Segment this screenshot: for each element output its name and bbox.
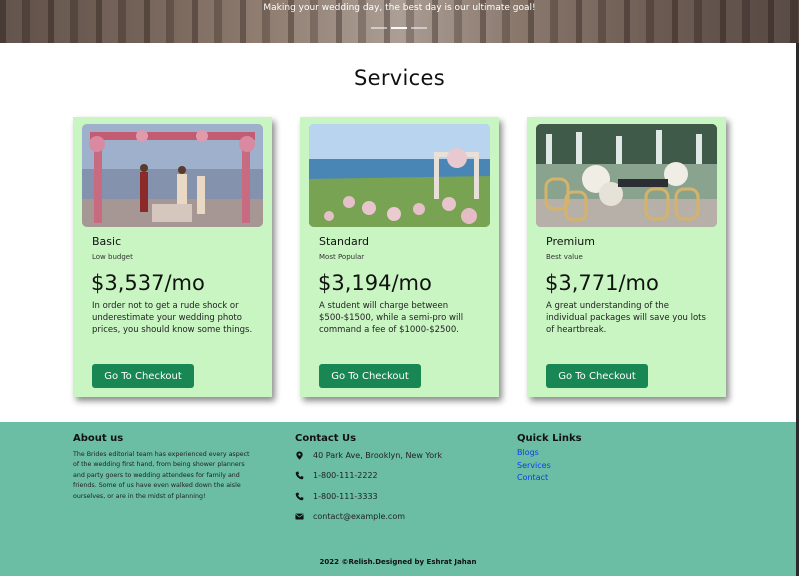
- card-description: A student will charge between $500-$1500…: [319, 301, 464, 335]
- contact-email: contact@example.com: [295, 507, 442, 528]
- card-subtitle: Most Popular: [319, 253, 365, 261]
- address-text: 40 Park Ave, Brooklyn, New York: [313, 450, 443, 460]
- card-price: $3,537/mo: [91, 271, 205, 295]
- contact-address: 40 Park Ave, Brooklyn, New York: [295, 445, 442, 466]
- card-title: Standard: [319, 235, 370, 248]
- phone-icon: [295, 471, 311, 480]
- carousel-indicators: [371, 27, 427, 29]
- phone-1-text: 1-800-111-2222: [313, 471, 378, 481]
- carousel-indicator-3[interactable]: [411, 27, 427, 29]
- card-image-basic: [82, 124, 263, 227]
- footer-about: About us The Brides editorial team has e…: [73, 433, 253, 502]
- footer-quick-links: Quick Links Blogs Services Contact: [517, 433, 582, 485]
- checkout-button-standard[interactable]: Go To Checkout: [319, 364, 421, 388]
- contact-phone-2: 1-800-111-3333: [295, 486, 442, 507]
- contact-phone-1: 1-800-111-2222: [295, 466, 442, 487]
- card-title: Premium: [546, 235, 595, 248]
- email-text: contact@example.com: [313, 512, 405, 522]
- phone-icon: [295, 492, 311, 501]
- contact-title: Contact Us: [295, 433, 357, 444]
- hero-carousel: Making your wedding day, the best day is…: [0, 0, 799, 43]
- checkout-button-basic[interactable]: Go To Checkout: [92, 364, 194, 388]
- about-text: The Brides editorial team has experience…: [73, 451, 250, 500]
- footer: About us The Brides editorial team has e…: [0, 422, 796, 576]
- footer-contact: Contact Us 40 Park Ave, Brooklyn, New Yo…: [295, 433, 442, 527]
- hero-caption: Making your wedding day, the best day is…: [263, 3, 536, 13]
- quick-link-blogs[interactable]: Blogs: [517, 447, 582, 460]
- service-card-premium: Premium Best value $3,771/mo A great und…: [527, 117, 726, 397]
- carousel-indicator-2[interactable]: [391, 27, 407, 29]
- envelope-icon: [295, 512, 311, 521]
- card-description: A great understanding of the individual …: [546, 301, 706, 335]
- quick-link-services[interactable]: Services: [517, 460, 582, 473]
- phone-2-text: 1-800-111-3333: [313, 491, 378, 501]
- checkout-button-premium[interactable]: Go To Checkout: [546, 364, 648, 388]
- about-title: About us: [73, 433, 124, 444]
- services-title: Services: [354, 66, 445, 90]
- location-pin-icon: [295, 451, 311, 460]
- card-image-premium: [536, 124, 717, 227]
- copyright: 2022 ©Relish.Designed by Eshrat Jahan: [319, 558, 477, 566]
- service-card-standard: Standard Most Popular $3,194/mo A studen…: [300, 117, 499, 397]
- card-price: $3,194/mo: [318, 271, 432, 295]
- card-image-standard: [309, 124, 490, 227]
- service-card-basic: Basic Low budget $3,537/mo In order not …: [73, 117, 272, 397]
- card-title: Basic: [92, 235, 122, 248]
- card-description: In order not to get a rude shock or unde…: [92, 301, 253, 335]
- card-subtitle: Low budget: [92, 253, 133, 261]
- card-price: $3,771/mo: [545, 271, 659, 295]
- quick-links-title: Quick Links: [517, 433, 582, 444]
- quick-link-contact[interactable]: Contact: [517, 472, 582, 485]
- card-subtitle: Best value: [546, 253, 583, 261]
- carousel-indicator-1[interactable]: [371, 27, 387, 29]
